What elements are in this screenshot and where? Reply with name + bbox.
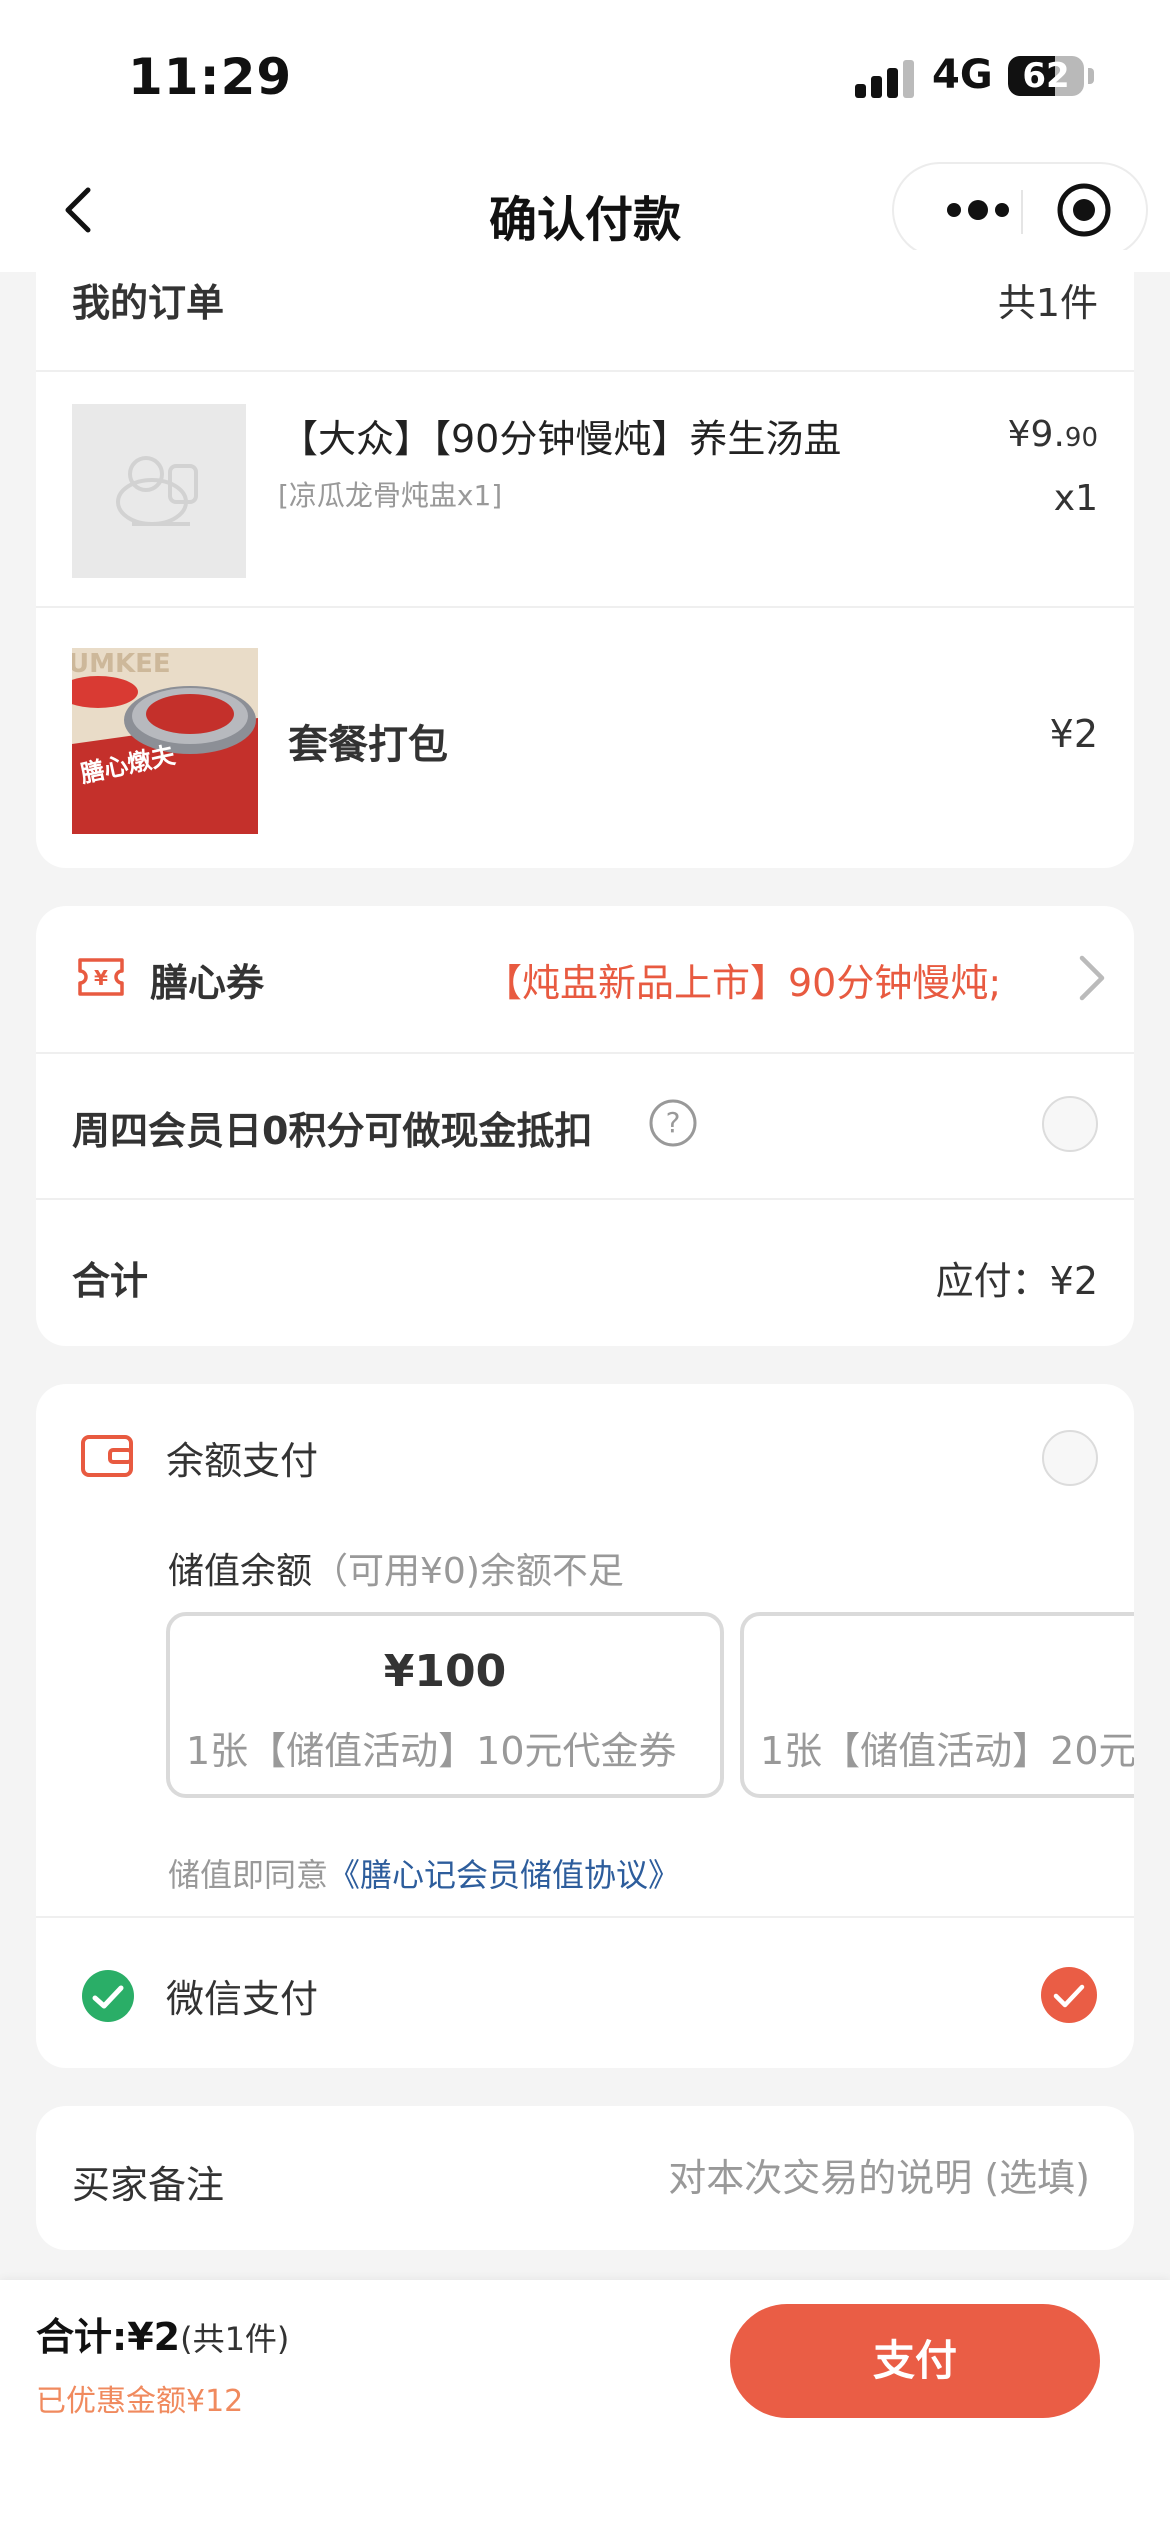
wechat-pay-icon (82, 1970, 134, 2022)
divider (36, 370, 1134, 372)
stored-value-title: 储值余额 (168, 1551, 313, 1592)
food-placeholder-icon (116, 456, 198, 526)
battery-icon: 62 (1008, 56, 1084, 96)
balance-pay-radio[interactable] (1042, 1430, 1098, 1486)
coupon-card: ¥ 膳心券 【炖盅新品上市】90分钟慢炖; 周四会员日0积分可做现金抵扣 ? 合… (36, 906, 1134, 1346)
product-price: ¥9.90 (1008, 414, 1098, 455)
buyer-note-label: 买家备注 (72, 2163, 225, 2207)
svg-text:?: ? (666, 1106, 681, 1139)
coupon-value[interactable]: 【炖盅新品上市】90分钟慢炖; (484, 952, 1076, 1007)
points-deduction-toggle[interactable] (1042, 1096, 1098, 1152)
points-deduction-label: 周四会员日0积分可做现金抵扣 (72, 1109, 593, 1153)
packaging-picture: UMKEE OT 膳心燉夫 (72, 648, 258, 834)
footer-item-count: (共1件) (180, 2320, 290, 2358)
recharge-desc: 1张【储值活动】20元代金券 (760, 1729, 1134, 1773)
chevron-right-icon[interactable] (1074, 952, 1110, 1004)
footer-total: 合计:¥2(共1件) (36, 2306, 289, 2361)
selected-check-icon[interactable] (1040, 1966, 1098, 2024)
product-quantity: x1 (1053, 478, 1098, 519)
stored-value-note: （可用¥0)余额不足 (312, 1551, 624, 1592)
help-icon[interactable]: ? (648, 1098, 698, 1148)
price-main: ¥9. (1007, 414, 1065, 455)
wechat-pay-label: 微信支付 (166, 1977, 319, 2021)
divider (36, 1052, 1134, 1054)
svg-text:¥: ¥ (94, 966, 108, 990)
footer-discount: 已优惠金额¥12 (36, 2384, 244, 2419)
screen: 11:29 4G 62 确认付款 我的订单 共1件 【大众】【90分钟慢炖】养生… (0, 0, 1170, 2532)
agreement-link[interactable]: 《膳心记会员储值协议》 (328, 1856, 680, 1894)
buyer-note-card: 买家备注 (36, 2106, 1134, 2250)
more-icon[interactable] (928, 164, 1028, 256)
pay-button[interactable]: 支付 (730, 2304, 1100, 2418)
product-name: 【大众】【90分钟慢炖】养生汤盅 (280, 417, 842, 461)
order-count: 共1件 (997, 281, 1098, 325)
order-card: 我的订单 共1件 【大众】【90分钟慢炖】养生汤盅 [凉瓜龙骨炖盅x1] ¥9.… (36, 250, 1134, 868)
agreement-text: 储值即同意《膳心记会员储值协议》 (168, 1850, 680, 1896)
packaging-name: 套餐打包 (288, 722, 448, 768)
battery-cap (1088, 68, 1094, 84)
signal-icon (855, 60, 915, 98)
product-spec: [凉瓜龙骨炖盅x1] (278, 479, 503, 512)
mini-program-capsule (892, 162, 1148, 258)
price-cents: 90 (1064, 423, 1098, 453)
coupon-label: 膳心券 (150, 961, 265, 1005)
recharge-option[interactable]: ¥100 1张【储值活动】10元代金券 (166, 1612, 724, 1798)
status-bar: 11:29 4G 62 (0, 0, 1170, 150)
buyer-note-input[interactable] (570, 2148, 1090, 2208)
packaging-text-1: UMKEE (72, 649, 171, 679)
capsule-divider (1021, 190, 1023, 234)
stored-value-label: 储值余额（可用¥0)余额不足 (168, 1542, 624, 1594)
wallet-icon (81, 1435, 133, 1477)
payment-card: 余额支付 储值余额（可用¥0)余额不足 ¥100 1张【储值活动】10元代金券 … (36, 1384, 1134, 2068)
recharge-option[interactable]: 1张【储值活动】20元代金券 (740, 1612, 1134, 1798)
divider (36, 606, 1134, 608)
footer-total-amount: 合计:¥2 (36, 2315, 181, 2359)
battery-percent: 62 (1022, 56, 1070, 96)
divider (36, 1198, 1134, 1200)
recharge-amount: ¥100 (383, 1646, 507, 1697)
recharge-desc: 1张【储值活动】10元代金券 (186, 1729, 677, 1773)
status-time: 11:29 (128, 48, 293, 106)
network-type: 4G (932, 52, 993, 98)
close-mini-program-icon[interactable] (1054, 180, 1114, 240)
packaging-image: UMKEE OT 膳心燉夫 (72, 648, 258, 834)
product-image-placeholder (72, 404, 246, 578)
checkout-bar: 合计:¥2(共1件) 已优惠金额¥12 支付 (0, 2280, 1170, 2532)
order-label: 我的订单 (72, 281, 225, 325)
total-label: 合计 (72, 1259, 149, 1303)
coupon-icon: ¥ (78, 958, 124, 996)
divider (36, 1916, 1134, 1918)
agreement-prefix: 储值即同意 (168, 1856, 329, 1894)
recharge-options: ¥100 1张【储值活动】10元代金券 1张【储值活动】20元代金券 (166, 1612, 1134, 1798)
total-payable: 应付：¥2 (935, 1259, 1098, 1303)
packaging-price: ¥2 (1049, 712, 1098, 756)
balance-pay-label: 余额支付 (166, 1439, 319, 1483)
